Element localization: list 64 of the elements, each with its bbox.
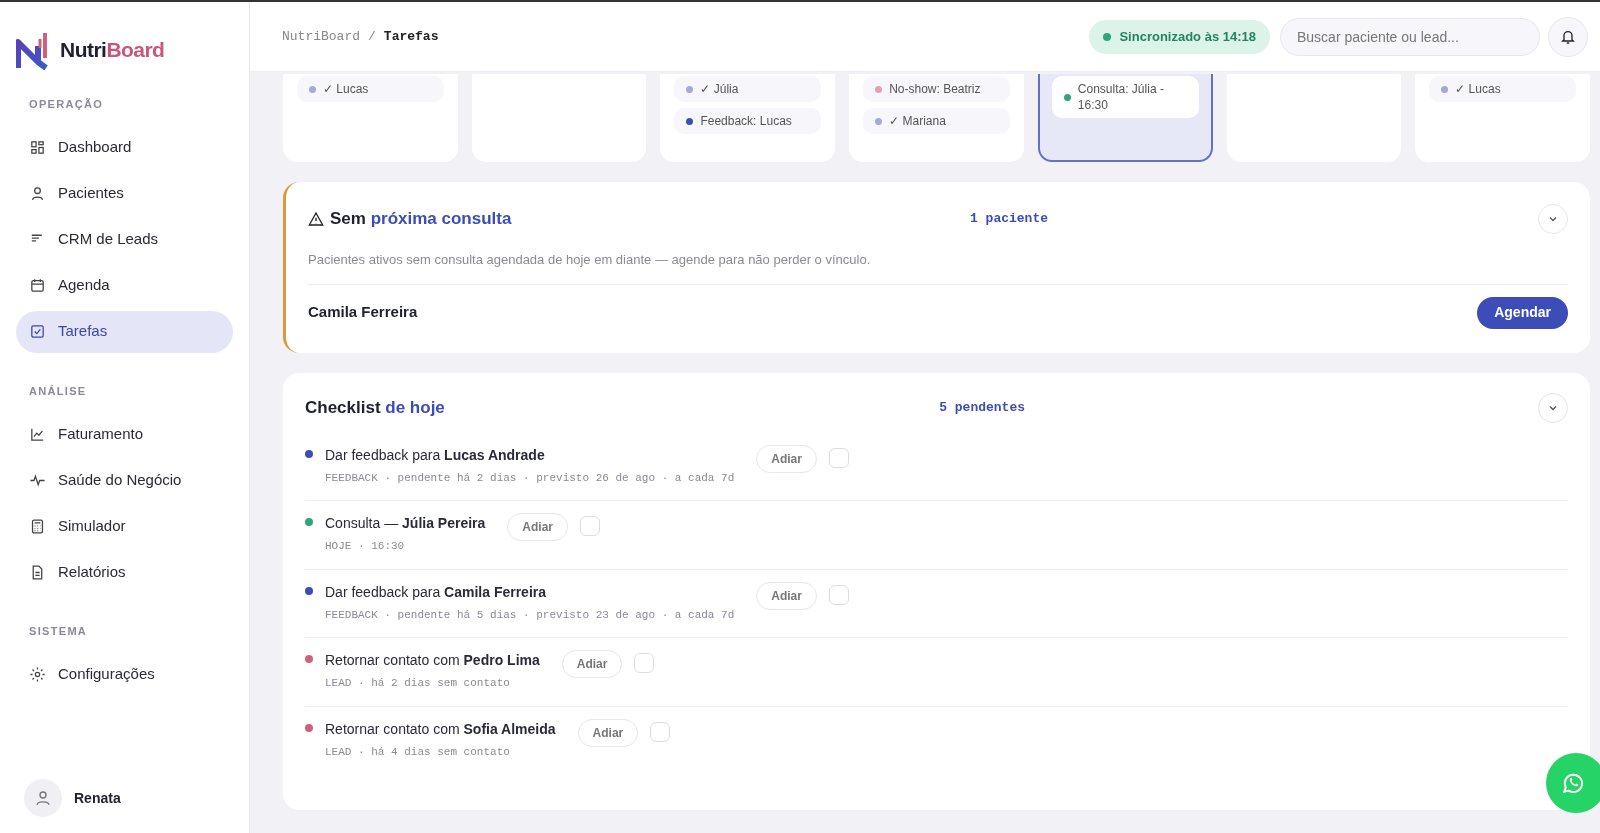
task-meta: LEAD · há 4 dias sem contato (325, 744, 511, 760)
task-meta: LEAD · há 2 dias sem contato (325, 676, 511, 691)
grid-icon (29, 139, 46, 156)
schedule-button[interactable]: Agendar (1477, 296, 1568, 329)
event-chip[interactable]: ✓ Lucas (1429, 76, 1576, 102)
task-meta: FEEDBACK · pendente há 2 dias · previsto 26 de ago · a cada 7d (325, 470, 735, 486)
event-chip[interactable]: Consulta: Júlia - 16:30 (1051, 76, 1199, 118)
count-label: 1 paciente (970, 210, 1048, 229)
checkbox-icon (29, 323, 46, 340)
checkbox[interactable] (650, 721, 671, 742)
event-chip[interactable]: No-show: Beatriz (863, 76, 1010, 102)
search-field[interactable]: Buscar paciente ou lead... (1280, 17, 1540, 56)
nav-item[interactable]: Pacientes (16, 172, 233, 215)
nav-item[interactable]: Saúde do Negócio (16, 459, 233, 501)
section-title: Sem próxima consulta (330, 208, 512, 231)
checkbox[interactable] (828, 447, 849, 468)
breadcrumb-separator: / (368, 27, 376, 46)
section-heading: SISTEMA (28, 624, 89, 639)
section-heading: OPERAÇÃO (28, 97, 105, 112)
checkbox[interactable] (828, 584, 849, 605)
event-chip[interactable]: ✓ Mariana (863, 108, 1010, 134)
section-title: Checklist de hoje (305, 396, 445, 419)
day-card[interactable]: No-show: Beatriz ✓ Mariana (849, 74, 1024, 162)
task-title: Retornar contato com Pedro Lima (325, 651, 540, 670)
person-icon (29, 185, 46, 202)
day-card[interactable]: ✓ Júlia Feedback: Lucas (660, 74, 836, 162)
event-chip[interactable]: Feedback: Lucas (674, 108, 822, 134)
section-description: Pacientes ativos sem consulta agendada de hoje em diante — agende para não perder o vínculo. (308, 250, 1568, 285)
nav-item[interactable]: Tarefas (16, 310, 233, 353)
notification-button[interactable] (1548, 16, 1588, 57)
nav-item[interactable]: Configurações (16, 653, 233, 696)
nav-item[interactable]: Agenda (16, 264, 233, 307)
task-title: Consulta — Júlia Pereira (325, 514, 486, 533)
section-heading: ANÁLISE (28, 383, 88, 399)
task-title: Retornar contato com Sofia Almeida (325, 719, 556, 739)
checkbox[interactable] (634, 653, 655, 673)
checkbox[interactable] (580, 516, 600, 536)
nav-item[interactable]: CRM de Leads (16, 218, 233, 261)
warning-icon (308, 211, 324, 227)
breadcrumb-link[interactable]: NutriBoard (282, 26, 360, 47)
nav-item[interactable]: Relatórios (16, 551, 233, 593)
event-chip[interactable]: ✓ Júlia (674, 76, 822, 102)
calculator-icon (29, 517, 46, 535)
user-name: Renata (74, 788, 121, 808)
breadcrumb-current: Tarefas (383, 27, 439, 46)
calendar-icon (29, 277, 46, 294)
day-card[interactable]: Consulta: Júlia - 16:30 (1037, 74, 1213, 162)
brand-name: NutriBoard (60, 37, 165, 64)
task-title: Dar feedback para Camila Ferreira (325, 582, 548, 602)
avatar[interactable] (24, 779, 62, 817)
task-meta: FEEDBACK · pendente há 5 dias · previsto 23 de ago · a cada 7d (325, 607, 735, 623)
task-title: Dar feedback para Lucas Andrade (325, 445, 546, 465)
patient-name: Camila Ferreira (308, 302, 418, 323)
sync-status: Sincronizado às 14:18 (1089, 19, 1270, 54)
day-card[interactable]: ✓ Lucas (283, 74, 458, 162)
nav-item[interactable]: Simulador (16, 505, 233, 547)
event-chip[interactable]: ✓ Lucas (297, 76, 444, 102)
bell-icon (1560, 28, 1576, 45)
task-meta: HOJE · 16:30 (325, 539, 406, 554)
count-label: 5 pendentes (939, 398, 1025, 417)
nav-item[interactable]: Dashboard (16, 126, 233, 169)
nav-item[interactable]: Faturamento (16, 413, 233, 455)
day-card[interactable]: ✓ Lucas (1415, 74, 1590, 162)
settings-icon (29, 666, 46, 683)
